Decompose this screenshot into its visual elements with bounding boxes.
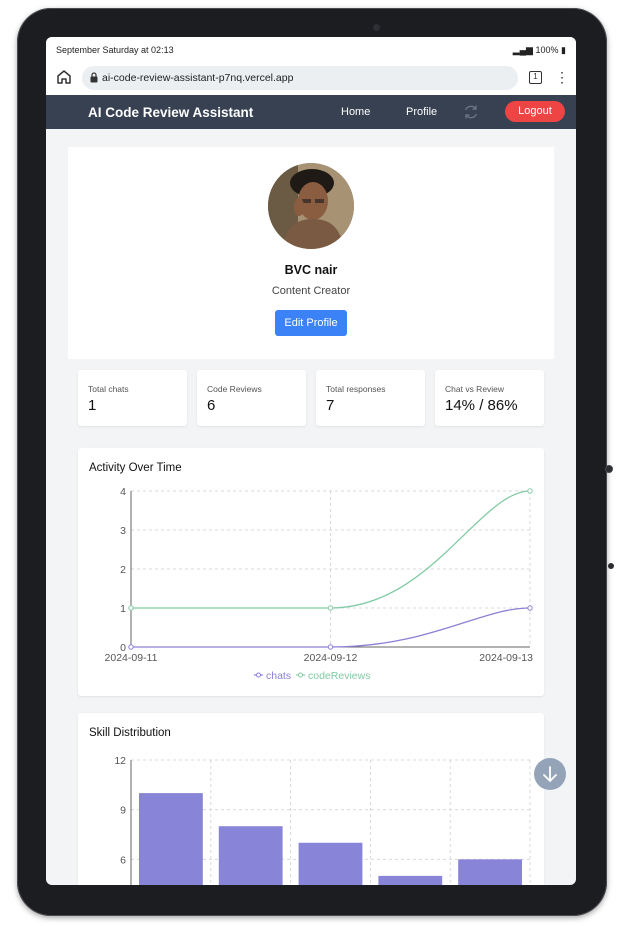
stat-value: 6 <box>207 397 216 414</box>
x-tick-label: 2024-09-12 <box>304 652 358 664</box>
user-role: Content Creator <box>271 285 351 297</box>
status-time: September Saturday at 02:13 <box>56 45 174 55</box>
stat-card-total-chats: Total chats 1 <box>78 370 187 426</box>
y-tick-label: 2 <box>120 564 126 576</box>
side-sensor <box>608 563 614 569</box>
browser-toolbar: ai-code-review-assistant-p7nq.vercel.app… <box>46 61 576 95</box>
stat-value: 14% / 86% <box>445 397 518 414</box>
legend-marker-dot <box>298 672 303 678</box>
brand-title[interactable]: AI Code Review Assistant <box>88 105 253 120</box>
x-tick-label: 2024-09-13 <box>479 652 533 664</box>
bar <box>218 826 283 885</box>
nav-home-link[interactable]: Home <box>341 106 370 118</box>
y-tick-label: 1 <box>120 603 126 615</box>
stat-card-code-reviews: Code Reviews 6 <box>197 370 306 426</box>
stat-label: Code Reviews <box>207 384 262 394</box>
signal-icon: ▂▄▆ <box>512 45 533 55</box>
address-bar[interactable]: ai-code-review-assistant-p7nq.vercel.app <box>82 66 518 90</box>
screen: September Saturday at 02:13 ▂▄▆ 100% ▮ a… <box>46 37 576 885</box>
lock-icon <box>90 72 98 83</box>
bar <box>378 875 443 885</box>
stat-card-chat-vs-review: Chat vs Review 14% / 86% <box>435 370 544 426</box>
user-name: BVC nair <box>284 263 338 277</box>
more-menu-icon[interactable]: ⋮ <box>555 70 569 84</box>
y-tick-label: 4 <box>120 486 126 498</box>
activity-chart-card: Activity Over Time 0 1 2 3 4 2024-09-11 2024-0… <box>78 448 544 696</box>
front-camera <box>373 24 380 31</box>
data-point-codeReviews <box>128 605 134 611</box>
nav-profile-link[interactable]: Profile <box>406 106 437 118</box>
navbar: AI Code Review Assistant Home Profile Lo… <box>46 95 576 129</box>
series-line-codeReviews <box>131 490 531 609</box>
url-text: ai-code-review-assistant-p7nq.vercel.app <box>102 72 294 84</box>
x-tick-label: 2024-09-11 <box>105 652 158 664</box>
side-camera <box>605 465 613 473</box>
data-point-chats <box>327 644 334 650</box>
legend-label: chats <box>266 670 291 682</box>
y-tick-label: 6 <box>120 854 126 866</box>
skill-bar-chart: 36912 <box>114 755 531 885</box>
stat-label: Total chats <box>88 384 129 394</box>
refresh-icon[interactable] <box>462 103 480 121</box>
edit-profile-button[interactable]: Edit Profile <box>275 310 347 336</box>
status-bar: September Saturday at 02:13 ▂▄▆ 100% ▮ <box>46 37 576 61</box>
bar <box>139 793 203 885</box>
y-tick-label: 9 <box>120 805 126 817</box>
stat-label: Chat vs Review <box>445 384 505 394</box>
arrow-down-icon <box>543 766 557 782</box>
status-right: ▂▄▆ 100% ▮ <box>513 45 566 56</box>
battery-level: 100% <box>535 45 559 55</box>
profile-card: BVC nair Content Creator Edit Profile <box>68 147 554 359</box>
bar <box>298 842 363 885</box>
logout-button[interactable]: Logout <box>505 101 565 122</box>
bar <box>458 859 522 885</box>
home-icon[interactable] <box>55 68 73 86</box>
scroll-down-button[interactable] <box>534 758 566 790</box>
avatar-photo <box>268 163 354 249</box>
skill-chart-card: Skill Distribution 36912 <box>78 713 544 885</box>
data-point-codeReviews <box>527 488 533 494</box>
avatar <box>268 163 354 249</box>
y-tick-label: 3 <box>120 525 126 537</box>
tabs-icon[interactable]: 1 <box>529 71 542 84</box>
stat-value: 7 <box>326 397 335 414</box>
legend-marker-dot <box>256 672 261 678</box>
y-tick-label: 12 <box>114 755 126 767</box>
data-point-chats <box>128 644 134 650</box>
stat-label: Total responses <box>326 384 386 394</box>
data-point-chats <box>527 605 533 611</box>
stat-value: 1 <box>88 397 97 414</box>
legend-label: codeReviews <box>308 670 370 682</box>
data-point-codeReviews <box>327 605 334 611</box>
battery-icon: ▮ <box>561 45 566 55</box>
stat-card-total-responses: Total responses 7 <box>316 370 425 426</box>
activity-line-chart: 012342024-09-11 2024-09-12 2024-09-13chats… <box>105 486 534 682</box>
